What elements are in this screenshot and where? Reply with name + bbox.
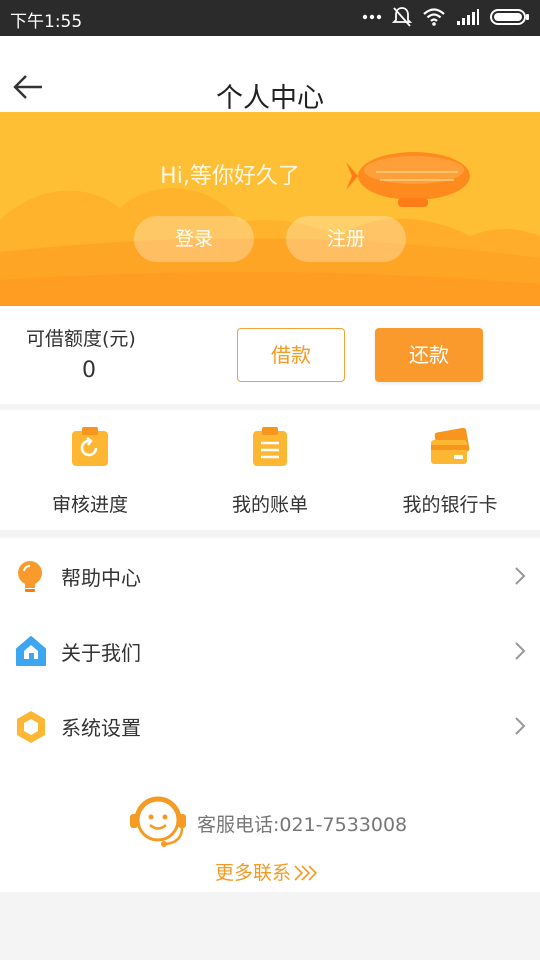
menu-item-label: 关于我们: [61, 641, 141, 665]
credit-section: 可借额度(元) 0 借款 还款: [0, 306, 540, 404]
more-contact-label: 更多联系: [215, 862, 292, 884]
credit-limit-value: 0: [82, 358, 96, 383]
more-dots-icon: [362, 14, 382, 20]
register-button[interactable]: 注册: [286, 216, 406, 262]
profile-banner: Hi,等你好久了 登录 注册: [0, 112, 540, 306]
blimp-icon: [346, 152, 470, 207]
bill-icon: [253, 427, 287, 466]
menu-item-label: 系统设置: [61, 716, 141, 740]
quick-actions: 审核进度 我的账单 我的银行卡: [0, 410, 540, 530]
lightbulb-icon: [18, 561, 42, 592]
status-icons: [362, 6, 530, 28]
signal-icon: [457, 9, 479, 25]
menu-item-help-center[interactable]: 帮助中心: [0, 538, 540, 613]
support-phone[interactable]: 客服电话:021-7533008: [197, 810, 407, 837]
wifi-icon: [423, 8, 445, 26]
chevron-right-icon: [515, 642, 526, 660]
quick-action-review-progress[interactable]: 审核进度: [0, 410, 180, 530]
quick-action-bill[interactable]: 我的账单: [180, 410, 360, 530]
chevron-right-icon: [515, 717, 526, 735]
borrow-button[interactable]: 借款: [237, 328, 345, 382]
customer-support: 客服电话:021-7533008 更多联系: [0, 764, 540, 892]
bank-card-icon: [431, 427, 470, 464]
nav-bar: 个人中心: [0, 36, 540, 114]
review-progress-icon: [72, 427, 108, 466]
status-bar: 下午1:55: [0, 0, 540, 36]
repay-button[interactable]: 还款: [375, 328, 483, 382]
chevron-right-icon: [515, 567, 526, 585]
customer-service-icon: [130, 796, 186, 847]
credit-limit-label: 可借额度(元): [26, 328, 136, 350]
menu-list: 帮助中心 关于我们 系统设置: [0, 538, 540, 764]
quick-action-label: 我的账单: [231, 494, 308, 516]
menu-item-system-settings[interactable]: 系统设置: [0, 688, 540, 763]
settings-hexagon-icon: [17, 711, 45, 743]
quick-action-label: 我的银行卡: [402, 494, 498, 516]
page-title: 个人中心: [216, 83, 324, 114]
double-chevron-right-icon: [294, 865, 318, 881]
quick-action-bank-card[interactable]: 我的银行卡: [360, 410, 540, 530]
more-contact-link[interactable]: 更多联系: [215, 858, 321, 885]
menu-item-label: 帮助中心: [61, 566, 141, 590]
home-icon: [16, 636, 46, 666]
battery-icon: [490, 9, 529, 25]
quick-action-label: 审核进度: [51, 494, 128, 516]
mute-bell-icon: [392, 7, 412, 27]
status-time: 下午1:55: [10, 12, 83, 32]
menu-item-about-us[interactable]: 关于我们: [0, 613, 540, 688]
login-button[interactable]: 登录: [134, 216, 254, 262]
